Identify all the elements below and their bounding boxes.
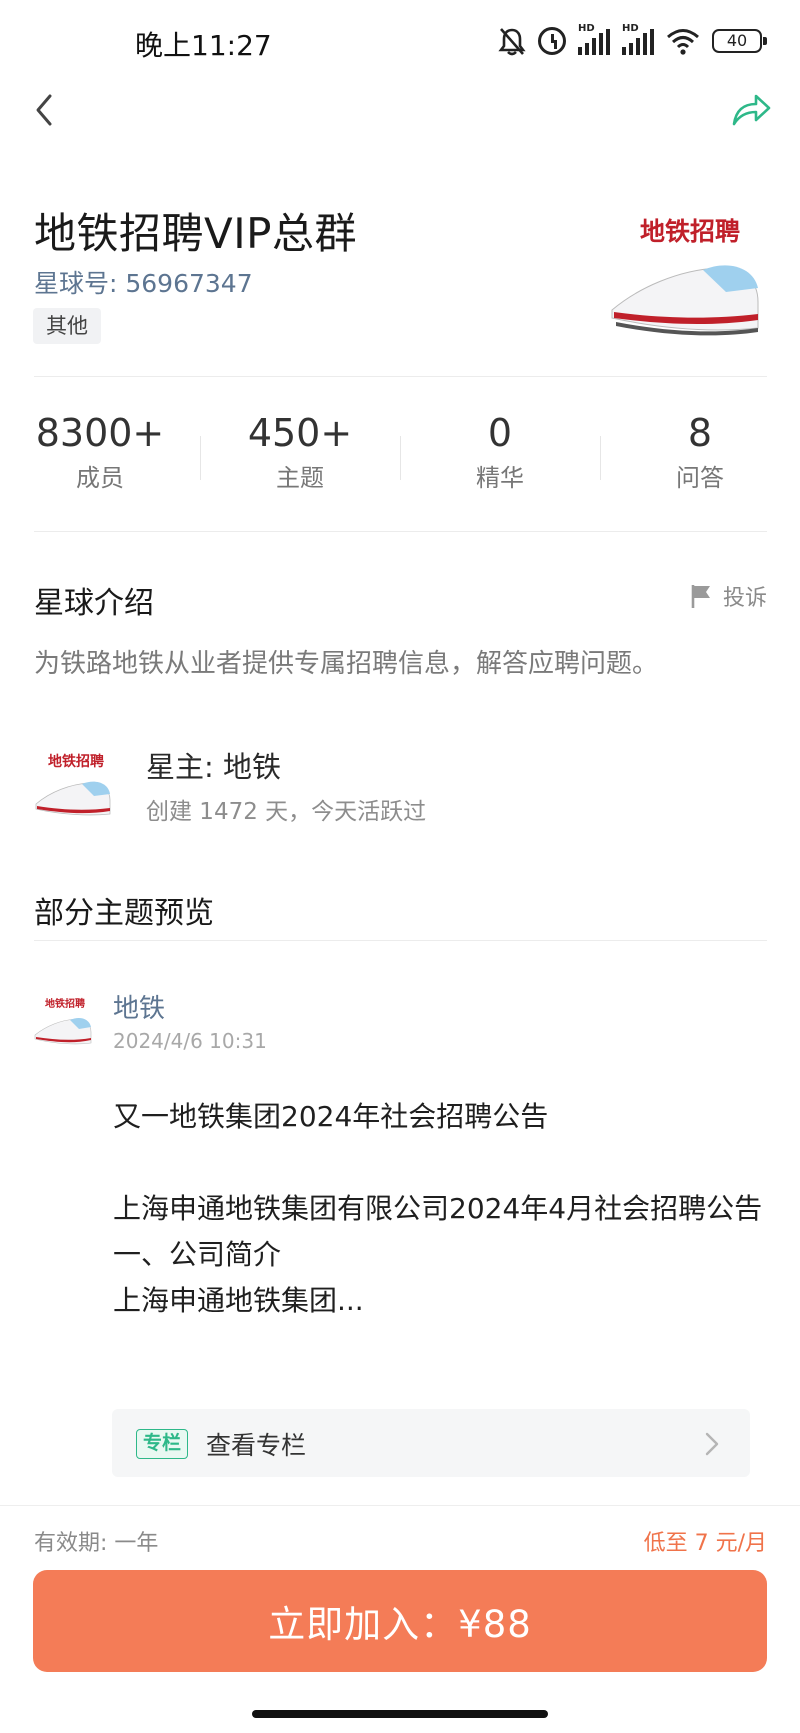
flag-icon (691, 585, 710, 608)
share-icon[interactable] (730, 92, 772, 128)
validity-text: 有效期: 一年 (34, 1531, 159, 1556)
stat-value: 8 (687, 411, 713, 455)
stat-qa[interactable]: 8 问答 (600, 410, 800, 520)
intro-text: 为铁路地铁从业者提供专属招聘信息，解答应聘问题。 (34, 649, 659, 679)
signal-icon: HD (578, 23, 610, 55)
category-tag: 其他 (33, 308, 101, 344)
column-label: 查看专栏 (206, 1431, 307, 1460)
owner-avatar-text: 地铁招聘 (48, 753, 104, 770)
alarm-icon (538, 27, 566, 55)
header-divider (34, 376, 767, 377)
group-logo-text: 地铁招聘 (640, 217, 740, 246)
signal-hd-label: HD (578, 23, 595, 34)
post-author[interactable]: 地铁 (113, 988, 165, 1025)
join-button[interactable]: 立即加入：¥88 (33, 1570, 767, 1672)
report-label: 投诉 (722, 586, 767, 611)
signal-icon-2: HD (622, 23, 654, 55)
planet-id: 星球号: 56967347 (34, 269, 253, 298)
stat-members[interactable]: 8300+ 成员 (0, 410, 200, 520)
owner-avatar[interactable]: 地铁招聘 (34, 748, 114, 824)
signal-hd-label-2: HD (622, 23, 639, 34)
group-logo: 地铁招聘 (611, 217, 759, 336)
report-button[interactable]: 投诉 (689, 580, 767, 612)
post-line: 上海申通地铁集团有限公司2024年4月社会招聘公告 (113, 1192, 763, 1225)
stats-divider (34, 531, 767, 532)
post-time: 2024/4/6 10:31 (113, 1029, 267, 1053)
stat-value: 0 (487, 411, 513, 455)
bell-off-icon (498, 28, 526, 56)
stat-label: 主题 (276, 464, 324, 492)
status-time: 晚上11:27 (135, 29, 272, 62)
post-body[interactable]: 又一地铁集团2024年社会招聘公告 上海申通地铁集团有限公司2024年4月社会招… (113, 1094, 763, 1324)
battery-icon: 40 (712, 29, 767, 53)
post-avatar-text: 地铁招聘 (45, 997, 85, 1010)
back-arrow-icon[interactable] (30, 90, 60, 130)
stat-label: 精华 (476, 464, 524, 492)
post-line: 上海申通地铁集团... (113, 1284, 364, 1317)
stats-bar: 8300+ 成员 450+ 主题 0 精华 8 问答 (0, 410, 800, 520)
stat-featured[interactable]: 0 精华 (400, 410, 600, 520)
chevron-right-icon (705, 1432, 719, 1456)
owner-name[interactable]: 星主: 地铁 (146, 744, 281, 786)
group-title: 地铁招聘VIP总群 (34, 209, 357, 258)
home-indicator[interactable] (252, 1710, 548, 1718)
stat-topics[interactable]: 450+ 主题 (200, 410, 400, 520)
intro-title: 星球介绍 (34, 586, 154, 621)
price-note: 低至 7 元/月 (643, 1531, 767, 1556)
post-avatar[interactable]: 地铁招聘 (34, 995, 94, 1051)
view-column-card[interactable]: 专栏 查看专栏 (112, 1409, 750, 1477)
wifi-icon (667, 29, 699, 55)
preview-divider (34, 940, 767, 941)
stat-label: 成员 (76, 464, 124, 492)
status-icons: HD HD 40 (498, 23, 767, 56)
footer-divider (0, 1505, 800, 1506)
post-line: 一、公司简介 (113, 1238, 282, 1271)
post-line: 又一地铁集团2024年社会招聘公告 (113, 1100, 549, 1133)
status-bar: 晚上11:27 HD HD 40 (0, 0, 800, 86)
stat-value: 450+ (247, 411, 353, 455)
preview-title: 部分主题预览 (34, 896, 214, 931)
stat-value: 8300+ (35, 411, 165, 455)
column-badge: 专栏 (136, 1429, 189, 1459)
owner-meta: 创建 1472 天，今天活跃过 (146, 799, 427, 825)
stat-label: 问答 (676, 464, 724, 492)
